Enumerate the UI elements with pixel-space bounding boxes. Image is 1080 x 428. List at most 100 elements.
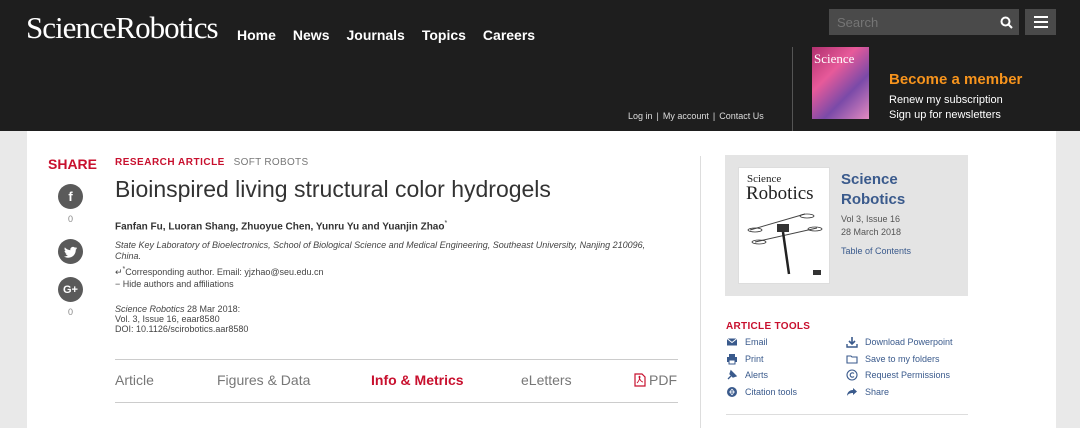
share-icon bbox=[847, 388, 857, 396]
contact-us-link[interactable]: Contact Us bbox=[719, 111, 764, 121]
share-count: 0 bbox=[67, 307, 73, 317]
search-input[interactable] bbox=[829, 9, 993, 35]
magazine-cover-image[interactable]: Science bbox=[812, 47, 869, 119]
nav-news[interactable]: News bbox=[293, 27, 330, 43]
share-google-plus: G+ 0 bbox=[58, 277, 83, 317]
site-logo[interactable]: ScienceRobotics bbox=[26, 10, 219, 46]
table-of-contents-link[interactable]: Table of Contents bbox=[841, 246, 911, 256]
tool-email-label: Email bbox=[745, 337, 768, 347]
search-icon bbox=[1000, 16, 1013, 29]
tab-pdf-label: PDF bbox=[649, 372, 677, 388]
become-member-link[interactable]: Become a member bbox=[889, 71, 1022, 88]
journal-name-line2: Robotics bbox=[841, 191, 906, 208]
my-account-link[interactable]: My account bbox=[663, 111, 709, 121]
tab-figures-data[interactable]: Figures & Data bbox=[217, 372, 310, 388]
twitter-icon[interactable] bbox=[58, 239, 83, 264]
citation-date: 28 Mar 2018: bbox=[184, 304, 241, 314]
alerts-icon bbox=[727, 369, 738, 380]
journal-date: 28 March 2018 bbox=[841, 227, 902, 237]
copyright-icon bbox=[846, 369, 858, 381]
article-authors: Fanfan Fu, Luoran Shang, Zhuoyue Chen, Y… bbox=[115, 220, 447, 232]
article-title: Bioinspired living structural color hydr… bbox=[115, 176, 551, 202]
nav-topics[interactable]: Topics bbox=[422, 27, 466, 43]
article-subject[interactable]: SOFT ROBOTS bbox=[234, 157, 309, 168]
journal-name-line1: Science bbox=[841, 171, 898, 188]
tool-alerts-label: Alerts bbox=[745, 370, 769, 380]
journal-cover-robotics: Robotics bbox=[746, 183, 814, 204]
journal-name-link[interactable]: Science Robotics bbox=[841, 170, 905, 210]
corresponding-text: Corresponding author. Email: yjzhao@seu.… bbox=[125, 267, 324, 277]
citation-line-1: Science Robotics 28 Mar 2018: bbox=[115, 304, 248, 314]
cover-title: Science bbox=[814, 51, 855, 66]
login-link[interactable]: Log in bbox=[628, 111, 653, 121]
tool-download-powerpoint[interactable]: Download Powerpoint bbox=[846, 336, 953, 348]
article-type[interactable]: RESEARCH ARTICLE bbox=[115, 157, 225, 168]
tool-save-folders[interactable]: Save to my folders bbox=[846, 353, 940, 365]
journal-cover-image[interactable]: Science Robotics bbox=[738, 167, 830, 284]
drone-illustration bbox=[747, 213, 823, 275]
tools-divider bbox=[726, 414, 968, 415]
renew-subscription-link[interactable]: Renew my subscription bbox=[889, 94, 1003, 106]
main-nav: Home News Journals Topics Careers bbox=[237, 27, 535, 43]
tabs-divider-bottom bbox=[115, 402, 678, 403]
pdf-icon bbox=[634, 373, 646, 387]
twitter-bird-icon bbox=[63, 246, 77, 258]
site-header: ScienceRobotics Home News Journals Topic… bbox=[0, 0, 1080, 131]
share-count: 0 bbox=[67, 214, 73, 224]
tool-permissions-label: Request Permissions bbox=[865, 370, 951, 380]
article-tools-title: ARTICLE TOOLS bbox=[726, 321, 811, 332]
nav-careers[interactable]: Careers bbox=[483, 27, 535, 43]
tool-request-permissions[interactable]: Request Permissions bbox=[846, 369, 950, 381]
citation-doi[interactable]: DOI: 10.1126/scirobotics.aar8580 bbox=[115, 324, 248, 334]
tool-download-label: Download Powerpoint bbox=[865, 337, 953, 347]
email-icon bbox=[726, 338, 738, 346]
author-mark: * bbox=[444, 220, 448, 227]
search-button[interactable] bbox=[993, 9, 1019, 35]
author-affiliation: State Key Laboratory of Bioelectronics, … bbox=[115, 240, 646, 261]
citation-icon bbox=[727, 387, 737, 397]
tab-info-metrics[interactable]: Info & Metrics bbox=[371, 372, 464, 388]
share-label: SHARE bbox=[48, 156, 98, 172]
tab-article[interactable]: Article bbox=[115, 372, 154, 388]
nav-home[interactable]: Home bbox=[237, 27, 276, 43]
download-icon bbox=[846, 337, 858, 348]
hide-label: Hide authors and affiliations bbox=[122, 279, 234, 289]
tool-alerts[interactable]: Alerts bbox=[726, 369, 768, 381]
tool-citation[interactable]: Citation tools bbox=[726, 386, 797, 398]
link-separator: | bbox=[712, 111, 716, 121]
journal-issue: Vol 3, Issue 16 bbox=[841, 214, 901, 224]
tab-pdf[interactable]: PDF bbox=[634, 372, 677, 388]
tool-print-label: Print bbox=[745, 354, 764, 364]
tool-share-label: Share bbox=[865, 387, 890, 397]
link-separator: | bbox=[656, 111, 659, 121]
tool-print[interactable]: Print bbox=[726, 353, 764, 365]
tool-save-label: Save to my folders bbox=[865, 354, 940, 364]
menu-icon bbox=[1033, 16, 1048, 18]
minus-icon: − bbox=[115, 279, 123, 289]
corresponding-author: ↵*Corresponding author. Email: yjzhao@se… bbox=[115, 266, 324, 278]
print-icon bbox=[727, 354, 737, 365]
tool-email[interactable]: Email bbox=[726, 336, 768, 348]
tool-share[interactable]: Share bbox=[846, 386, 889, 398]
authors-list[interactable]: Fanfan Fu, Luoran Shang, Zhuoyue Chen, Y… bbox=[115, 221, 444, 232]
citation-block: Science Robotics 28 Mar 2018: Vol. 3, Is… bbox=[115, 304, 248, 334]
tool-citation-label: Citation tools bbox=[745, 387, 798, 397]
newsletter-signup-link[interactable]: Sign up for newsletters bbox=[889, 109, 1001, 121]
facebook-icon[interactable]: f bbox=[58, 184, 83, 209]
tab-eletters[interactable]: eLetters bbox=[521, 372, 572, 388]
share-twitter bbox=[58, 239, 83, 264]
article-category: RESEARCH ARTICLE SOFT ROBOTS bbox=[115, 157, 308, 168]
share-facebook: f 0 bbox=[58, 184, 83, 224]
citation-volume: Vol. 3, Issue 16, eaar8580 bbox=[115, 314, 220, 324]
folder-icon bbox=[846, 355, 858, 364]
google-plus-icon[interactable]: G+ bbox=[58, 277, 83, 302]
column-divider bbox=[700, 156, 701, 428]
link-arrow-icon: ↵ bbox=[115, 267, 123, 277]
citation-journal: Science Robotics bbox=[115, 304, 185, 314]
menu-button[interactable] bbox=[1025, 9, 1056, 35]
nav-journals[interactable]: Journals bbox=[346, 27, 404, 43]
account-links: Log in | My account | Contact Us bbox=[628, 111, 764, 121]
hide-authors-toggle[interactable]: − Hide authors and affiliations bbox=[115, 279, 234, 289]
header-divider bbox=[792, 47, 793, 131]
tabs-divider-top bbox=[115, 359, 678, 360]
